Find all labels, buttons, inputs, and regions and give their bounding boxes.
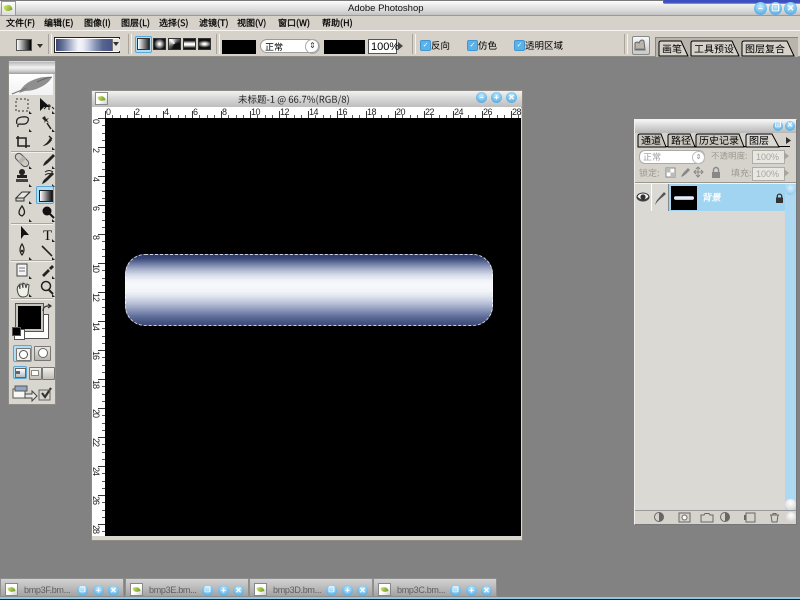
svg-text:T: T	[43, 228, 52, 244]
